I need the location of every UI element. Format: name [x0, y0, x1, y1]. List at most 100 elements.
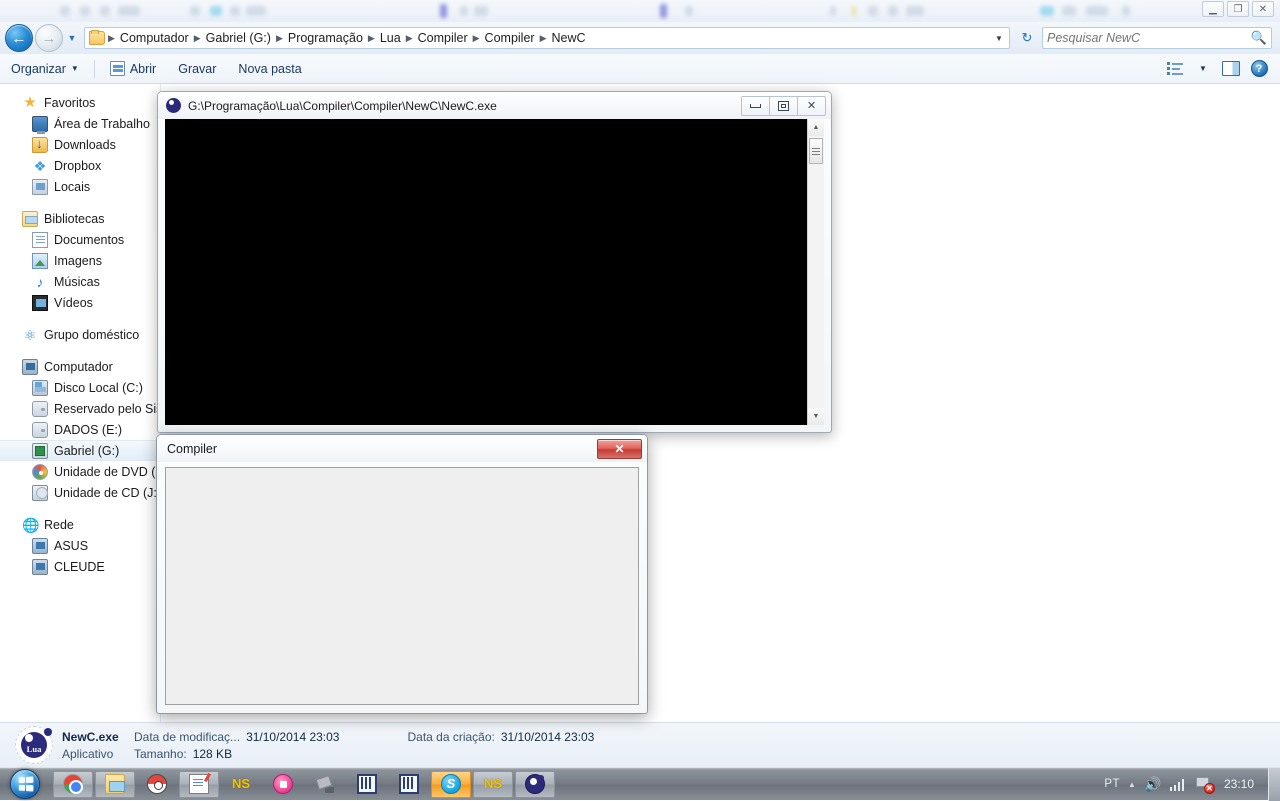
search-input[interactable]	[1047, 31, 1251, 45]
recent-pages-chevron-icon[interactable]: ▼	[64, 24, 80, 52]
sidebar-item-downloads[interactable]: Downloads	[0, 134, 160, 155]
breadcrumb-item-compiler-1[interactable]: Compiler	[414, 30, 472, 46]
taskbar-item-recorder[interactable]	[263, 771, 303, 798]
sidebar-item-musicas[interactable]: ♪ Músicas	[0, 271, 160, 292]
taskbar-item-bars-2[interactable]	[389, 771, 429, 798]
volume-icon[interactable]: 🔊	[1144, 775, 1162, 793]
scrollbar-thumb[interactable]	[809, 138, 823, 164]
compiler-output-panel[interactable]	[165, 467, 639, 705]
breadcrumb-item-computador[interactable]: Computador	[116, 30, 193, 46]
nav-spacer	[0, 345, 160, 356]
console-window[interactable]: G:\Programação\Lua\Compiler\Compiler\New…	[157, 91, 832, 433]
taskbar-item-newc[interactable]	[515, 771, 555, 798]
signal-icon[interactable]	[1170, 778, 1188, 791]
compiler-dialog[interactable]: Compiler ✕	[156, 434, 648, 714]
restore-icon[interactable]: ❐	[1227, 1, 1249, 17]
sidebar-item-label: Área de Trabalho	[54, 117, 150, 131]
sidebar-item-area-de-trabalho[interactable]: Área de Trabalho	[0, 113, 160, 134]
breadcrumb-separator[interactable]: ▶	[193, 33, 202, 44]
scroll-down-icon[interactable]: ▼	[808, 408, 824, 425]
sidebar-item-videos[interactable]: Vídeos	[0, 292, 160, 313]
change-view-button[interactable]	[1162, 57, 1188, 81]
taskbar-item-pokemon[interactable]	[137, 771, 177, 798]
minimize-button[interactable]	[741, 96, 770, 116]
breadcrumb-item-compiler-2[interactable]: Compiler	[481, 30, 539, 46]
forward-button[interactable]: →	[35, 24, 63, 52]
breadcrumb-separator[interactable]: ▶	[367, 33, 376, 44]
breadcrumb-separator[interactable]: ▶	[405, 33, 414, 44]
burn-button[interactable]: Gravar	[167, 56, 227, 82]
language-indicator[interactable]: PT	[1104, 778, 1120, 790]
search-box[interactable]: 🔍	[1042, 27, 1272, 49]
computer-icon	[22, 359, 38, 375]
sidebar-item-cleude[interactable]: CLEUDE	[0, 556, 160, 577]
taskbar-item-bars-1[interactable]	[347, 771, 387, 798]
sidebar-item-unidade-de-dvd[interactable]: Unidade de DVD (H:)	[0, 461, 160, 482]
refresh-icon[interactable]: ↻	[1015, 27, 1039, 49]
sidebar-item-computador[interactable]: Computador	[0, 356, 160, 377]
sidebar-item-dados-e[interactable]: DADOS (E:)	[0, 419, 160, 440]
start-button[interactable]	[3, 769, 47, 800]
nav-group-favoritos: ★ Favoritos Área de Trabalho Downloads ❖…	[0, 92, 160, 197]
sidebar-item-label: CLEUDE	[54, 560, 105, 574]
sidebar-item-dropbox[interactable]: ❖ Dropbox	[0, 155, 160, 176]
back-button[interactable]: ←	[5, 24, 33, 52]
view-dropdown-button[interactable]: ▼	[1190, 57, 1216, 81]
taskbar-item-explorer[interactable]	[95, 771, 135, 798]
open-button[interactable]: Abrir	[99, 56, 167, 82]
pokeball-icon	[147, 774, 167, 794]
console-titlebar[interactable]: G:\Programação\Lua\Compiler\Compiler\New…	[158, 92, 831, 119]
breadcrumb-separator[interactable]: ▶	[275, 33, 284, 44]
breadcrumb-item-gabriel[interactable]: Gabriel (G:)	[202, 30, 275, 46]
breadcrumb[interactable]: ▶ Computador ▶ Gabriel (G:) ▶ Programaçã…	[84, 27, 1010, 49]
taskbar-item-skype[interactable]	[431, 771, 471, 798]
preview-pane-button[interactable]	[1218, 57, 1244, 81]
sidebar-item-gabriel-g[interactable]: Gabriel (G:)	[0, 440, 160, 461]
sidebar-item-bibliotecas[interactable]: Bibliotecas	[0, 208, 160, 229]
clock[interactable]: 23:10	[1222, 777, 1262, 791]
breadcrumb-item-newc[interactable]: NewC	[547, 30, 589, 46]
taskbar-item-tool[interactable]	[305, 771, 345, 798]
breadcrumb-item-lua[interactable]: Lua	[376, 30, 405, 46]
network-error-icon[interactable]: ✕	[1196, 775, 1214, 793]
console-scrollbar[interactable]: ▲ ▼	[807, 119, 824, 425]
sidebar-item-locais[interactable]: Locais	[0, 176, 160, 197]
organize-button[interactable]: Organizar ▼	[0, 56, 90, 82]
chevron-down-icon[interactable]: ▼	[991, 28, 1007, 48]
console-output[interactable]	[165, 119, 807, 425]
close-button[interactable]: ✕	[797, 96, 826, 116]
breadcrumb-separator[interactable]: ▶	[107, 33, 116, 44]
close-icon[interactable]: ✕	[1252, 1, 1274, 17]
chevron-up-icon[interactable]: ▲	[1128, 780, 1136, 789]
show-desktop-button[interactable]	[1268, 768, 1280, 801]
places-icon	[32, 179, 48, 195]
breadcrumb-separator[interactable]: ▶	[539, 33, 548, 44]
background-window[interactable]: ▁ ❐ ✕	[0, 0, 1280, 22]
maximize-button[interactable]	[769, 96, 798, 116]
sidebar-item-unidade-de-cd[interactable]: Unidade de CD (J:)	[0, 482, 160, 503]
taskbar-item-ns-app-2[interactable]: NS	[473, 771, 513, 798]
sidebar-item-asus[interactable]: ASUS	[0, 535, 160, 556]
minimize-icon[interactable]: ▁	[1202, 1, 1224, 17]
sidebar-item-reservado-pelo-sistema[interactable]: Reservado pelo Sistema	[0, 398, 160, 419]
sidebar-item-disco-local-c[interactable]: Disco Local (C:)	[0, 377, 160, 398]
search-icon[interactable]: 🔍	[1251, 30, 1267, 46]
background-window-controls[interactable]: ▁ ❐ ✕	[1202, 1, 1274, 17]
breadcrumb-item-programacao[interactable]: Programação	[284, 30, 367, 46]
new-folder-button[interactable]: Nova pasta	[227, 56, 312, 82]
help-button[interactable]: ?	[1246, 57, 1272, 81]
scroll-up-icon[interactable]: ▲	[808, 119, 824, 136]
breadcrumb-separator[interactable]: ▶	[472, 33, 481, 44]
navigation-pane[interactable]: ★ Favoritos Área de Trabalho Downloads ❖…	[0, 84, 160, 722]
taskbar-item-notepad[interactable]	[179, 771, 219, 798]
sidebar-item-rede[interactable]: 🌐 Rede	[0, 514, 160, 535]
taskbar-item-ns-app[interactable]: NS	[221, 771, 261, 798]
close-button[interactable]: ✕	[597, 439, 642, 459]
sidebar-item-favoritos[interactable]: ★ Favoritos	[0, 92, 160, 113]
taskbar-item-chrome[interactable]	[53, 771, 93, 798]
scrollbar-track[interactable]	[808, 136, 824, 408]
compiler-titlebar[interactable]: Compiler ✕	[157, 435, 647, 462]
sidebar-item-imagens[interactable]: Imagens	[0, 250, 160, 271]
sidebar-item-documentos[interactable]: Documentos	[0, 229, 160, 250]
sidebar-item-grupo-domestico[interactable]: ⚛ Grupo doméstico	[0, 324, 160, 345]
